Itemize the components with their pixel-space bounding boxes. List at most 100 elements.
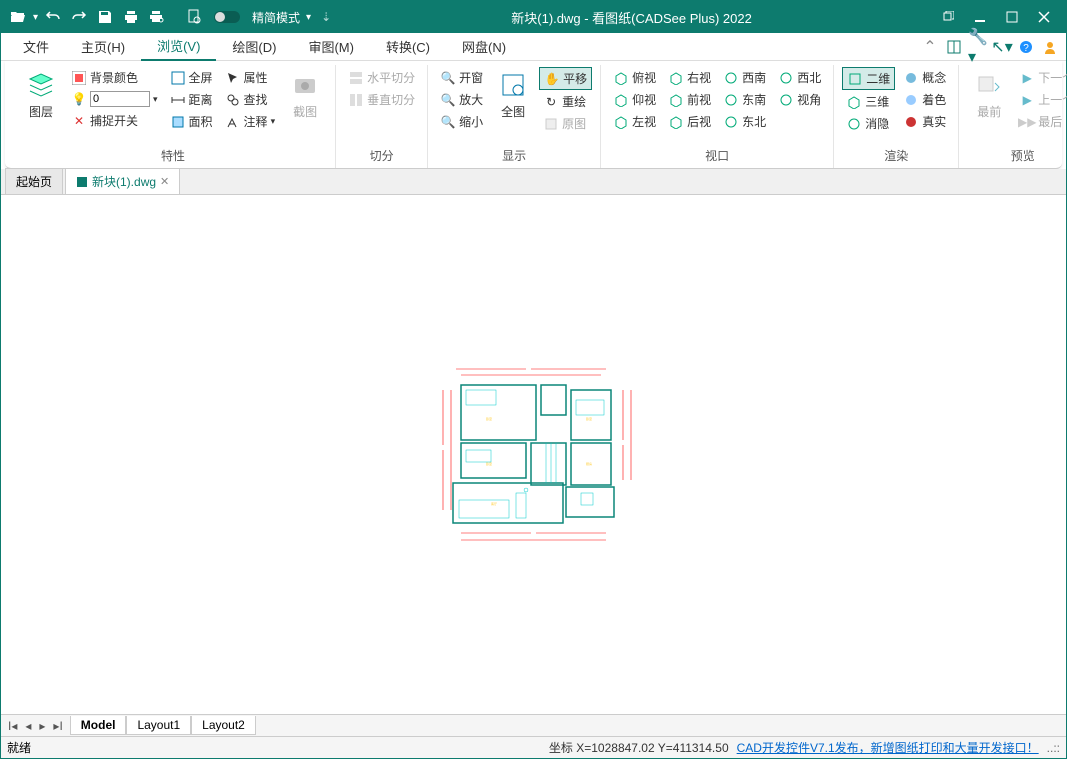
svg-text:厨房: 厨房	[586, 461, 592, 466]
restore-window-icon[interactable]	[932, 1, 964, 33]
dwg-file-icon	[76, 176, 88, 188]
view-back-button[interactable]: 后视	[664, 111, 715, 132]
zoom-in-button[interactable]: 🔍放大	[436, 89, 487, 110]
view-angle-button[interactable]: 视角	[774, 89, 825, 110]
find-button[interactable]: 查找	[221, 89, 280, 110]
group-label-viewport: 视口	[609, 145, 825, 166]
save-icon[interactable]	[94, 6, 116, 28]
open-icon[interactable]	[7, 6, 29, 28]
menu-bar: 文件 主页(H) 浏览(V) 绘图(D) 审图(M) 转换(C) 网盘(N) ⌃…	[1, 33, 1066, 61]
group-label-preview: 预览	[967, 145, 1067, 166]
menu-review[interactable]: 审图(M)	[292, 33, 370, 60]
snap-toggle-button[interactable]: ✕捕捉开关	[67, 110, 162, 131]
annotate-button[interactable]: 注释▾	[221, 111, 280, 132]
layout-nav-last[interactable]: ▸I	[50, 719, 65, 733]
status-promo-link[interactable]: CAD开发控件V7.1发布，新增图纸打印和大量开发接口！	[737, 739, 1039, 756]
zoom-out-button[interactable]: 🔍缩小	[436, 111, 487, 132]
bg-color-button[interactable]: 背景颜色	[67, 67, 162, 88]
render-2d-button[interactable]: 二维	[842, 67, 895, 90]
group-label-properties: 特性	[19, 145, 327, 166]
v-split-button: 垂直切分	[344, 89, 419, 110]
render-hide-button[interactable]: 消隐	[842, 113, 895, 134]
render-real-button[interactable]: 真实	[899, 111, 950, 132]
fullscreen-button[interactable]: 全屏	[166, 67, 217, 88]
redo-icon[interactable]	[68, 6, 90, 28]
wrench-icon[interactable]: 🔧▾	[968, 37, 988, 57]
collapse-ribbon-icon[interactable]: ⌃	[920, 37, 940, 57]
layout-nav-next[interactable]: ▸	[36, 719, 48, 733]
panel-icon[interactable]	[944, 37, 964, 57]
view-ne-button[interactable]: 东北	[719, 111, 770, 132]
menu-browse[interactable]: 浏览(V)	[141, 32, 216, 61]
menu-draw[interactable]: 绘图(D)	[216, 33, 292, 60]
render-3d-button[interactable]: 三维	[842, 91, 895, 112]
render-shade-button[interactable]: 着色	[899, 89, 950, 110]
magnify-doc-icon[interactable]	[184, 6, 206, 28]
layout-tabs: I◂ ◂ ▸ ▸I Model Layout1 Layout2	[1, 714, 1066, 736]
tab-start[interactable]: 起始页	[5, 168, 63, 194]
layout-tab-1[interactable]: Layout1	[126, 716, 191, 735]
view-front-button[interactable]: 前视	[664, 89, 715, 110]
mode-label: 精简模式	[252, 9, 300, 26]
full-view-button[interactable]: 全图	[491, 67, 535, 122]
pan-button[interactable]: ✋平移	[539, 67, 592, 90]
layout-tab-model[interactable]: Model	[70, 716, 127, 735]
layout-tab-2[interactable]: Layout2	[191, 716, 256, 735]
screenshot-button[interactable]: 截图	[283, 67, 327, 122]
tab-file[interactable]: 新块(1).dwg ✕	[65, 168, 180, 194]
h-split-button: 水平切分	[344, 67, 419, 88]
view-bottom-button[interactable]: 仰视	[609, 89, 660, 110]
original-button: 原图	[539, 113, 592, 134]
cursor-icon[interactable]: ↖▾	[992, 37, 1012, 57]
svg-text:卧室: 卧室	[486, 461, 492, 466]
close-icon[interactable]	[1028, 1, 1060, 33]
status-ready: 就绪	[7, 739, 31, 756]
status-bar: 就绪 坐标 X=1028847.02 Y=411314.50 CAD开发控件V7…	[1, 736, 1066, 758]
drawing-canvas[interactable]: 卧室卧室 卧室厨房 客厅	[1, 195, 1066, 714]
help-icon[interactable]: ?	[1016, 37, 1036, 57]
menu-convert[interactable]: 转换(C)	[370, 33, 446, 60]
distance-button[interactable]: 距离	[166, 89, 217, 110]
group-label-split: 切分	[344, 145, 419, 166]
view-left-button[interactable]: 左视	[609, 111, 660, 132]
title-bar: ▾ 精简模式 ▾ ⇣ 新块(1).dwg - 看图纸(CADSee Plus) …	[1, 1, 1066, 33]
print-icon[interactable]	[120, 6, 142, 28]
print-preview-icon[interactable]	[146, 6, 168, 28]
maximize-icon[interactable]	[996, 1, 1028, 33]
close-tab-icon[interactable]: ✕	[160, 175, 169, 188]
menu-file[interactable]: 文件	[7, 33, 65, 60]
svg-text:卧室: 卧室	[586, 416, 592, 421]
svg-text:卧室: 卧室	[486, 416, 492, 421]
view-top-button[interactable]: 俯视	[609, 67, 660, 88]
front-most-button: 最前	[967, 67, 1011, 122]
layout-nav-prev[interactable]: ◂	[22, 719, 34, 733]
window-title: 新块(1).dwg - 看图纸(CADSee Plus) 2022	[331, 8, 932, 27]
svg-text:?: ?	[1023, 43, 1029, 54]
group-label-render: 渲染	[842, 145, 950, 166]
view-right-button[interactable]: 右视	[664, 67, 715, 88]
menu-home[interactable]: 主页(H)	[65, 33, 141, 60]
next-button: ▶下一个	[1015, 67, 1067, 88]
menu-cloud[interactable]: 网盘(N)	[446, 33, 522, 60]
group-label-display: 显示	[436, 145, 592, 166]
layout-nav-first[interactable]: I◂	[5, 719, 20, 733]
user-icon[interactable]	[1040, 37, 1060, 57]
render-concept-button[interactable]: 概念	[899, 67, 950, 88]
mode-toggle[interactable]	[214, 11, 240, 23]
ribbon: 图层 背景颜色 💡▾ ✕捕捉开关 全屏 距离 面积 属性 查找 注释▾ 截图	[5, 61, 1062, 169]
document-tabs: 起始页 新块(1).dwg ✕	[1, 169, 1066, 195]
view-sw-button[interactable]: 西南	[719, 67, 770, 88]
status-coordinates: 坐标 X=1028847.02 Y=411314.50	[549, 739, 729, 756]
redraw-button[interactable]: ↻重绘	[539, 91, 592, 112]
view-se-button[interactable]: 东南	[719, 89, 770, 110]
props-button[interactable]: 属性	[221, 67, 280, 88]
area-button[interactable]: 面积	[166, 111, 217, 132]
view-nw-button[interactable]: 西北	[774, 67, 825, 88]
prev-button: ▶上一个	[1015, 89, 1067, 110]
floor-plan-drawing: 卧室卧室 卧室厨房 客厅	[431, 365, 641, 545]
zoom-window-button[interactable]: 🔍开窗	[436, 67, 487, 88]
layer-button[interactable]: 图层	[19, 67, 63, 122]
layer-selector[interactable]: 💡▾	[67, 89, 162, 109]
undo-icon[interactable]	[42, 6, 64, 28]
last-button: ▶▶最后	[1015, 111, 1067, 132]
